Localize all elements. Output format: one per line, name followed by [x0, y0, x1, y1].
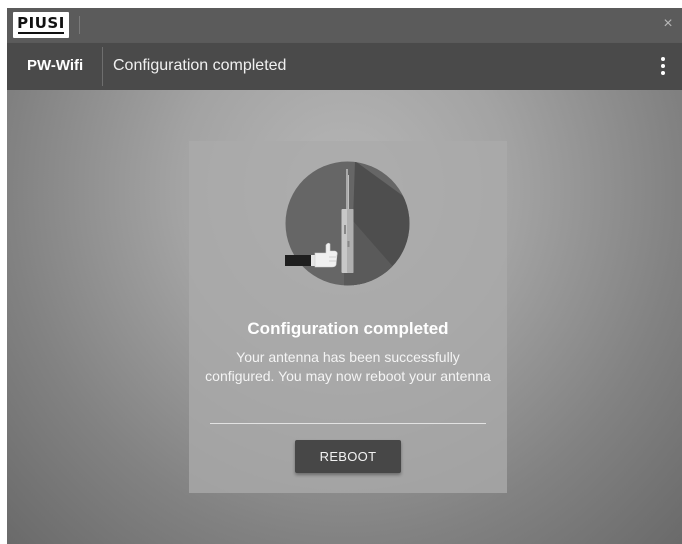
menu-dot — [661, 71, 665, 75]
close-icon[interactable]: × — [658, 14, 678, 34]
title-bar-divider — [79, 16, 80, 34]
card-divider — [210, 423, 486, 424]
app-brand: PW-Wifi — [27, 57, 84, 74]
antenna-illustration — [285, 161, 410, 286]
main-content: Configuration completed Your antenna has… — [7, 90, 682, 544]
antenna-thumbs-up-icon — [285, 161, 410, 286]
more-vert-icon[interactable] — [653, 55, 673, 79]
title-bar: PIUSI × — [7, 8, 682, 42]
page-title: Configuration completed — [113, 57, 287, 74]
completion-card: Configuration completed Your antenna has… — [189, 141, 507, 493]
piusi-logo: PIUSI — [13, 12, 69, 38]
app-window: PIUSI × PW-Wifi Configuration completed — [7, 8, 682, 544]
card-message: Your antenna has been successfully confi… — [205, 349, 491, 384]
app-bar: PW-Wifi Configuration completed — [7, 43, 682, 90]
card-title: Configuration completed — [247, 319, 449, 338]
logo-text: PIUSI — [17, 14, 65, 32]
app-bar-divider — [102, 47, 103, 86]
menu-dot — [661, 57, 665, 61]
logo-underline — [18, 32, 64, 34]
menu-dot — [661, 64, 665, 68]
reboot-button[interactable]: REBOOT — [295, 440, 401, 473]
